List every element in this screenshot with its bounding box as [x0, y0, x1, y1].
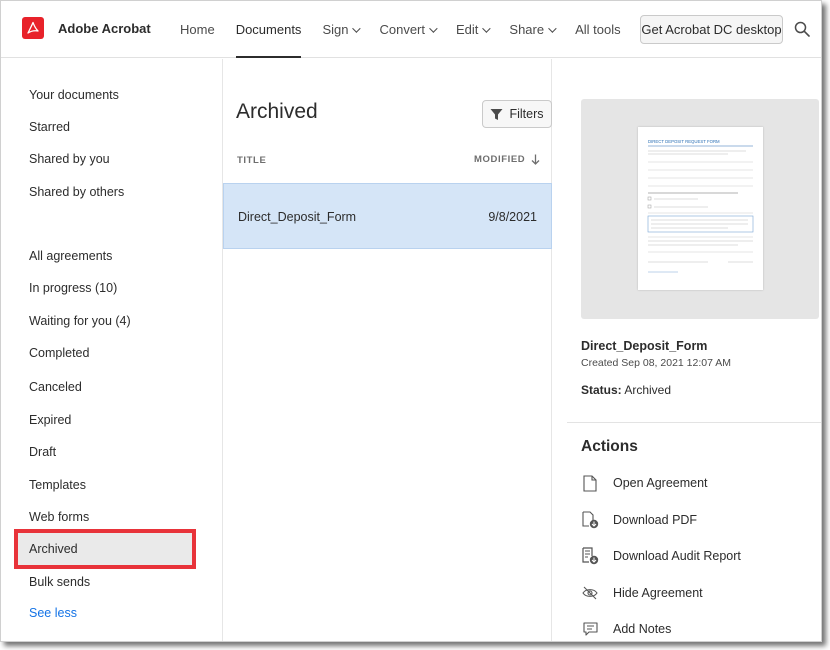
row-modified: 9/8/2021 [488, 210, 537, 224]
sidebar-item-in-progress[interactable]: In progress (10) [16, 272, 193, 304]
created-date: Created Sep 08, 2021 12:07 AM [581, 357, 732, 369]
download-audit-report-label: Download Audit Report [613, 549, 741, 563]
download-pdf-icon [581, 511, 599, 529]
nav-edit[interactable]: Edit [456, 1, 492, 58]
page-title: Archived [236, 100, 318, 123]
document-icon [581, 474, 599, 492]
sidebar-item-web-forms[interactable]: Web forms [16, 501, 193, 533]
download-pdf-action[interactable]: Download PDF [581, 507, 816, 533]
sidebar-item-your-documents[interactable]: Your documents [16, 79, 193, 111]
column-header-modified-label: MODIFIED [474, 154, 526, 165]
sidebar-item-templates[interactable]: Templates [16, 469, 193, 501]
acrobat-logo-icon[interactable] [22, 17, 44, 39]
row-title: Direct_Deposit_Form [238, 210, 357, 224]
filters-button[interactable]: Filters [482, 100, 552, 128]
sidebar-item-archived[interactable]: Archived [16, 533, 193, 565]
top-nav: Adobe Acrobat Home Documents Sign Conver… [1, 1, 821, 58]
sidebar-item-canceled[interactable]: Canceled [16, 371, 193, 403]
download-audit-report-action[interactable]: Download Audit Report [581, 543, 816, 569]
chevron-down-icon [482, 23, 492, 33]
preview-page: DIRECT DEPOSIT REQUEST FORM [638, 127, 763, 290]
sidebar-item-completed[interactable]: Completed [16, 337, 193, 369]
main-nav: Home Documents Sign Convert Edit Share A… [180, 1, 642, 58]
table-row[interactable]: Direct_Deposit_Form 9/8/2021 [223, 183, 552, 249]
column-header-title[interactable]: TITLE [237, 155, 266, 166]
audit-report-icon [581, 547, 599, 565]
sidebar-item-bulk-sends[interactable]: Bulk sends [16, 566, 193, 598]
nav-sign[interactable]: Sign [322, 1, 362, 58]
preview-heading: DIRECT DEPOSIT REQUEST FORM [648, 139, 720, 144]
filters-label: Filters [509, 107, 544, 121]
nav-documents[interactable]: Documents [235, 1, 301, 58]
see-less-link[interactable]: See less [16, 597, 193, 629]
notes-icon [581, 620, 599, 638]
sort-down-arrow-icon [531, 154, 540, 165]
filter-icon [490, 108, 503, 120]
sidebar-item-shared-by-you[interactable]: Shared by you [16, 143, 193, 175]
app-name[interactable]: Adobe Acrobat [58, 21, 151, 36]
open-agreement-label: Open Agreement [613, 476, 708, 490]
nav-convert[interactable]: Convert [379, 1, 438, 58]
sidebar-item-expired[interactable]: Expired [16, 404, 193, 436]
hide-agreement-action[interactable]: Hide Agreement [581, 580, 816, 606]
add-notes-action[interactable]: Add Notes [581, 616, 816, 641]
status-label: Status: [581, 383, 622, 397]
sidebar-item-draft[interactable]: Draft [16, 436, 193, 468]
chevron-down-icon [548, 23, 557, 33]
document-preview[interactable]: DIRECT DEPOSIT REQUEST FORM [581, 99, 819, 319]
agreement-list: Archived Filters TITLE MODIFIED Direct_D… [222, 59, 552, 641]
detail-panel: DIRECT DEPOSIT REQUEST FORM Direct_Depos… [567, 59, 821, 641]
nav-share[interactable]: Share [509, 1, 557, 58]
nav-home[interactable]: Home [180, 1, 215, 58]
sidebar-item-starred[interactable]: Starred [16, 111, 193, 143]
search-icon[interactable] [794, 21, 810, 37]
status-line: Status: Archived [581, 383, 671, 397]
preview-page-lines: DIRECT DEPOSIT REQUEST FORM [647, 139, 754, 273]
chevron-down-icon [429, 23, 438, 33]
actions-heading: Actions [581, 438, 638, 455]
open-agreement-action[interactable]: Open Agreement [581, 470, 816, 496]
divider [567, 422, 821, 423]
chevron-down-icon [352, 23, 362, 33]
sidebar-item-shared-by-others[interactable]: Shared by others [16, 176, 193, 208]
hide-agreement-label: Hide Agreement [613, 586, 703, 600]
get-desktop-button[interactable]: Get Acrobat DC desktop [640, 15, 783, 44]
download-pdf-label: Download PDF [613, 513, 698, 527]
sidebar-item-all-agreements[interactable]: All agreements [16, 240, 193, 272]
document-name: Direct_Deposit_Form [581, 339, 708, 353]
column-header-modified[interactable]: MODIFIED [474, 154, 540, 165]
status-value: Archived [624, 383, 672, 397]
add-notes-label: Add Notes [613, 622, 672, 636]
app-window: Adobe Acrobat Home Documents Sign Conver… [0, 0, 822, 642]
sidebar-item-waiting-for-you[interactable]: Waiting for you (4) [16, 305, 193, 337]
sidebar: Your documents Starred Shared by you Sha… [1, 59, 206, 641]
nav-all-tools[interactable]: All tools [575, 1, 621, 58]
hide-icon [581, 584, 599, 602]
